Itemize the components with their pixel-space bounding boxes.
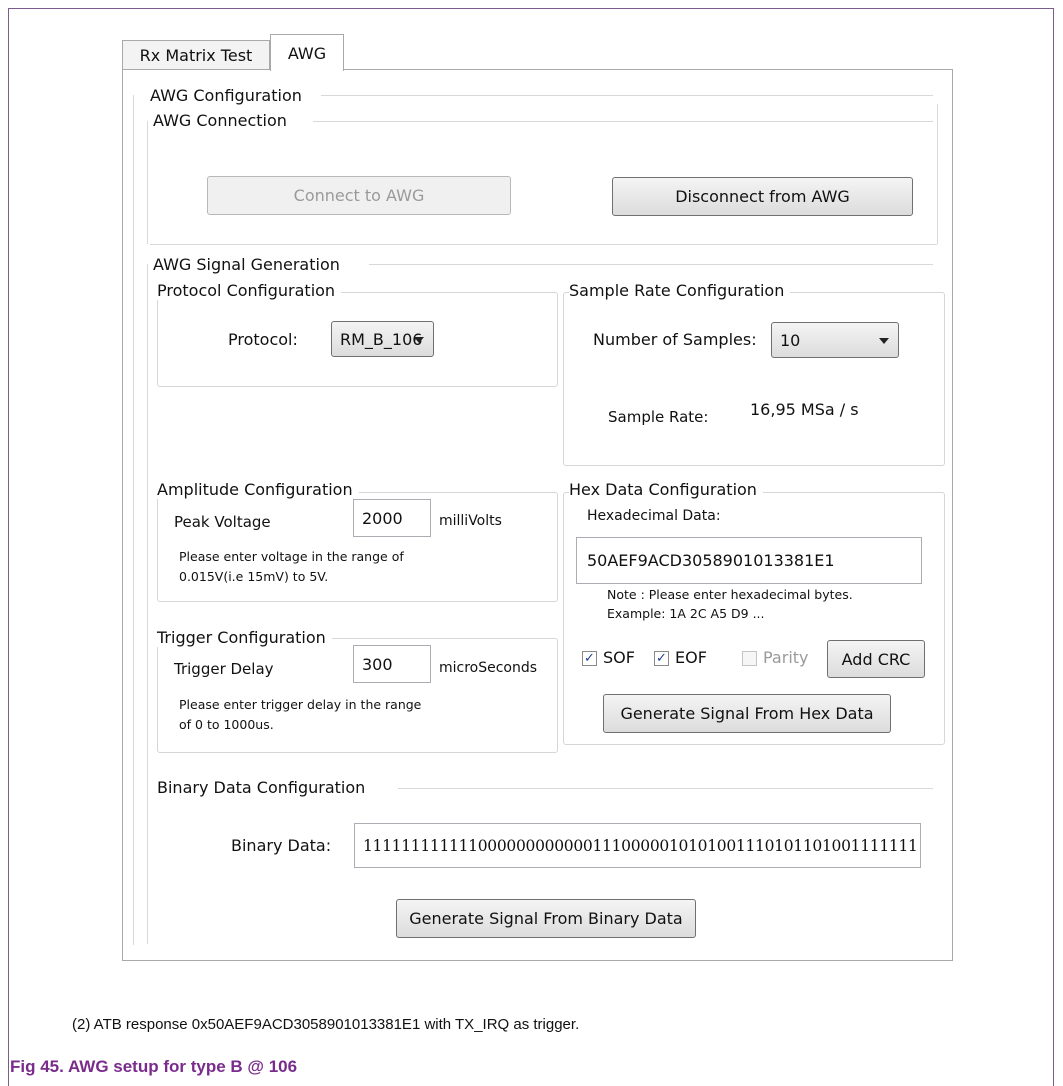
eof-label: EOF [675,648,707,667]
peak-voltage-note: Please enter voltage in the range of 0.0… [179,549,404,584]
input-value: 300 [362,654,393,674]
selected-value: 10 [780,330,801,350]
number-of-samples-select[interactable]: 10 [771,322,899,358]
disconnect-from-awg-button[interactable]: Disconnect from AWG [612,177,913,216]
peak-voltage-unit: milliVolts [439,513,502,529]
tab-awg[interactable]: AWG [270,34,344,71]
trigger-delay-unit: microSeconds [439,660,538,676]
sample-rate-configuration-title: Sample Rate Configuration [569,281,791,300]
chevron-down-icon [879,338,889,344]
binary-data-label: Binary Data: [231,836,332,855]
figure-title: Fig 45. AWG setup for type B @ 106 [10,1057,298,1076]
divider [147,264,148,944]
tab-rx-matrix-test[interactable]: Rx Matrix Test [122,40,270,70]
input-value: 2000 [362,508,403,528]
divider [398,788,933,789]
trigger-configuration-title: Trigger Configuration [157,628,332,647]
protocol-configuration-title: Protocol Configuration [157,281,342,300]
hex-note-line2: Example: 1A 2C A5 D9 ... [607,606,765,621]
peak-voltage-input[interactable]: 2000 [353,499,431,537]
trigger-delay-input[interactable]: 300 [353,645,431,683]
peak-voltage-label: Peak Voltage [174,513,271,531]
button-label: Add CRC [841,649,911,669]
hexadecimal-data-label: Hexadecimal Data: [587,508,721,524]
awg-signal-generation-title: AWG Signal Generation [153,255,340,274]
tab-label: Rx Matrix Test [139,46,253,65]
awg-panel: AWG Configuration AWG Connection Connect… [122,69,953,961]
input-value: 50AEF9ACD3058901013381E1 [587,551,835,570]
divider [937,104,938,244]
divider [147,121,148,244]
generate-signal-from-binary-data-button[interactable]: Generate Signal From Binary Data [396,899,696,938]
add-crc-button[interactable]: Add CRC [827,640,925,678]
button-label: Disconnect from AWG [675,187,850,206]
amplitude-configuration-title: Amplitude Configuration [157,480,359,499]
divider [133,95,134,945]
binary-data-configuration-title: Binary Data Configuration [157,778,366,797]
generate-signal-from-hex-data-button[interactable]: Generate Signal From Hex Data [603,694,891,733]
selected-value: RM_B_106 [340,329,423,349]
hex-note-line1: Note : Please enter hexadecimal bytes. [607,587,853,602]
sample-rate-label: Sample Rate: [608,408,709,426]
button-label: Connect to AWG [293,186,425,205]
binary-data-input[interactable]: 1111111111110000000000001110000010101001… [354,823,921,868]
sof-label: SOF [603,648,635,667]
figure-note: (2) ATB response 0x50AEF9ACD305890101338… [72,1016,580,1033]
trigger-delay-note: Please enter trigger delay in the range … [179,697,422,732]
divider [321,95,933,96]
parity-checkbox[interactable] [742,651,757,666]
awg-connection-title: AWG Connection [153,111,287,130]
awg-configuration-title: AWG Configuration [150,86,302,105]
divider [313,121,933,122]
sof-checkbox[interactable]: ✓ [582,651,597,666]
sample-rate-value: 16,95 MSa / s [750,400,859,419]
chevron-down-icon [414,337,424,343]
parity-label: Parity [763,648,809,667]
tab-label: AWG [287,43,327,63]
hex-data-configuration-title: Hex Data Configuration [569,480,763,499]
number-of-samples-label: Number of Samples: [593,330,757,349]
button-label: Generate Signal From Binary Data [409,909,683,928]
input-value: 1111111111110000000000001110000010101001… [363,836,918,855]
button-label: Generate Signal From Hex Data [620,704,874,723]
sample-rate-configuration-group [563,292,945,466]
hexadecimal-data-input[interactable]: 50AEF9ACD3058901013381E1 [576,537,922,584]
divider [369,264,933,265]
protocol-label: Protocol: [228,330,298,349]
connect-to-awg-button[interactable]: Connect to AWG [207,176,511,215]
trigger-delay-label: Trigger Delay [174,660,274,678]
checkmark-icon: ✓ [584,651,595,666]
protocol-select[interactable]: RM_B_106 [331,321,434,357]
checkmark-icon: ✓ [656,651,667,666]
divider [150,244,937,245]
eof-checkbox[interactable]: ✓ [654,651,669,666]
